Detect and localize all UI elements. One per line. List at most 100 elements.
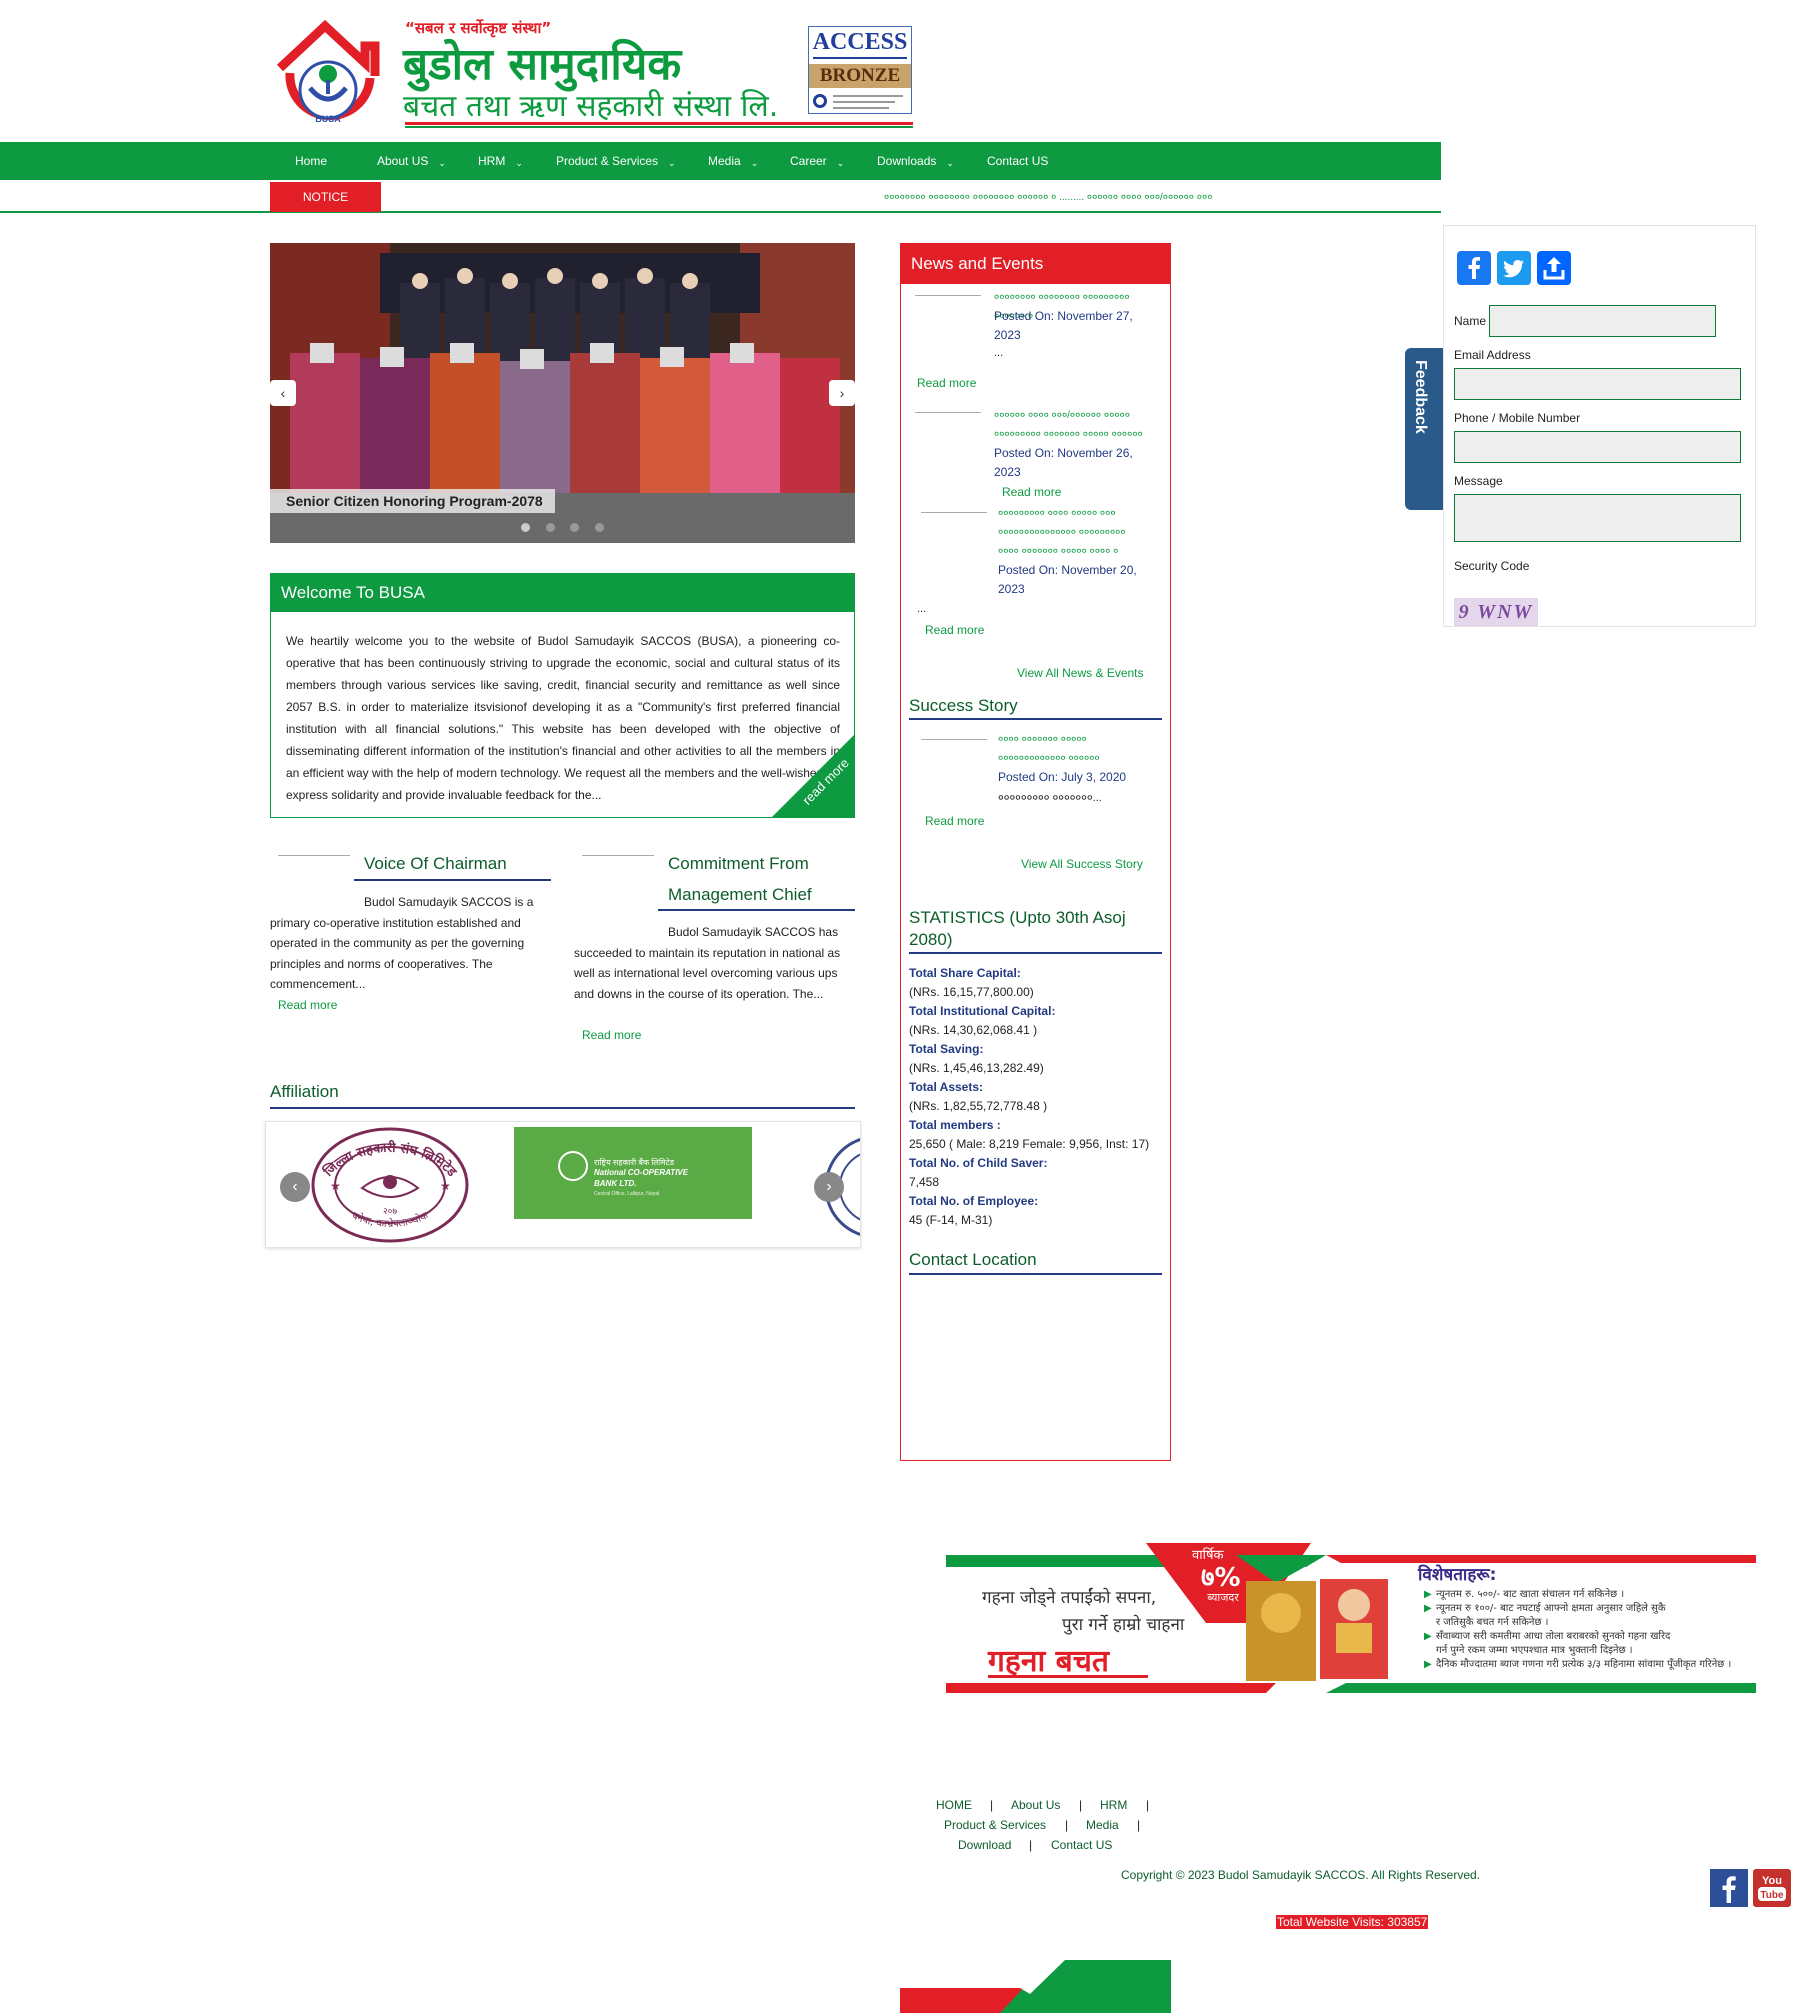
security-code-label: Security Code xyxy=(1454,559,1530,573)
view-all-success-link[interactable]: View All Success Story xyxy=(1021,857,1143,871)
slider-dot[interactable] xyxy=(521,523,530,532)
bank-address: Central Office, Lalitpur, Nepal xyxy=(594,1191,660,1197)
nav-home[interactable]: Home xyxy=(295,142,327,180)
chevron-left-icon: ‹ xyxy=(292,1178,298,1195)
badge-rule xyxy=(813,57,907,59)
nav-downloads[interactable]: Downloads ⌄ xyxy=(877,142,954,180)
chevron-left-icon: ‹ xyxy=(280,385,286,401)
twitter-share-icon[interactable] xyxy=(1497,251,1531,285)
stat-value: (NRs. 1,82,55,72,778.48 ) xyxy=(909,1099,1048,1113)
news-item-title[interactable]: ०००००० ०००० ०००/०००००० ००००० ००००००००० ०… xyxy=(994,406,1159,444)
banner-rate-suffix: ब्याजदर xyxy=(1207,1591,1239,1604)
youtube-icon[interactable]: You Tube xyxy=(1753,1869,1791,1907)
banner-feature: सँवाब्याज सरी कमतीमा आधा तोला बराबरको सु… xyxy=(1436,1630,1671,1642)
badge-title: ACCESS xyxy=(812,29,908,55)
news-heading: News and Events xyxy=(901,244,1170,284)
commitment-read-more-link[interactable]: Read more xyxy=(582,1028,641,1042)
management-chief-photo xyxy=(582,855,654,873)
footer-decoration xyxy=(900,1960,1171,2013)
news-read-more-link[interactable]: Read more xyxy=(917,376,976,390)
statistics-heading: STATISTICS (Upto 30th Asoj 2080) xyxy=(909,908,1126,949)
footer-link-download[interactable]: Download xyxy=(958,1838,1011,1852)
banner-feature: न्यूनतम रु. ५००/- बाट खाता संचालन गर्न स… xyxy=(1436,1588,1624,1600)
news-thumbnail[interactable] xyxy=(915,412,981,432)
banner-feature: र जतिसुकै बचत गर्न सकिनेछ । xyxy=(1436,1616,1548,1628)
news-read-more-link[interactable]: Read more xyxy=(925,623,984,637)
message-textarea[interactable] xyxy=(1454,494,1741,542)
share-icon[interactable] xyxy=(1537,251,1571,285)
footer-link-products[interactable]: Product & Services xyxy=(944,1818,1046,1832)
affiliation-carousel: जिल्ला सहकारी संघ लिमिटेड बनेपा, काभ्रेप… xyxy=(265,1121,861,1248)
logo-emblem-icon: BUSA xyxy=(276,19,380,124)
main-nav: Home About US ⌄ HRM ⌄ Product & Services ⌄ … xyxy=(0,142,1441,180)
visit-counter: Total Website Visits: 303857 xyxy=(1276,1915,1429,1929)
badge-fineprint xyxy=(833,95,903,97)
email-field[interactable] xyxy=(1454,368,1741,400)
slider-prev-button[interactable]: ‹ xyxy=(270,380,296,406)
footer-link-hrm[interactable]: HRM xyxy=(1100,1798,1127,1812)
feedback-tab[interactable]: Feedback xyxy=(1405,348,1443,510)
stat-label: Total Saving: xyxy=(909,1042,984,1056)
footer-link-about[interactable]: About Us xyxy=(1011,1798,1060,1812)
nav-product-services[interactable]: Product & Services ⌄ xyxy=(556,142,676,180)
news-read-more-link[interactable]: Read more xyxy=(1002,485,1061,499)
stat-label: Total members : xyxy=(909,1118,1001,1132)
stat-label: Total Share Capital: xyxy=(909,966,1021,980)
chairman-photo xyxy=(278,855,350,873)
affiliation-next-button[interactable]: › xyxy=(814,1172,844,1202)
access-bronze-badge: ACCESS BRONZE xyxy=(808,26,912,114)
notice-ticker[interactable]: ०००००००० ०००००००० ०००००००० ०००००० ० ....… xyxy=(884,189,1212,203)
slider-dot[interactable] xyxy=(570,523,579,532)
national-cooperative-bank-logo[interactable]: राष्ट्रिय सहकारी बैंक लिमिटेड National C… xyxy=(514,1127,752,1219)
site-logo[interactable]: BUSA “सबल र सर्वोत्कृष्ट संस्था” बुडोल स… xyxy=(270,18,913,130)
success-story-heading: Success Story xyxy=(909,696,1018,715)
success-story-thumbnail[interactable] xyxy=(921,739,987,759)
phone-field[interactable] xyxy=(1454,431,1741,463)
slider-dot[interactable] xyxy=(546,523,555,532)
district-cooperative-logo[interactable]: जिल्ला सहकारी संघ लिमिटेड बनेपा, काभ्रेप… xyxy=(310,1126,470,1244)
affiliation-prev-button[interactable]: ‹ xyxy=(280,1172,310,1202)
footer-link-home[interactable]: HOME xyxy=(936,1798,972,1812)
contact-location-rule xyxy=(909,1273,1162,1275)
notice-rule xyxy=(0,211,1441,213)
success-story-date: Posted On: July 3, 2020 xyxy=(998,770,1127,784)
name-field[interactable] xyxy=(1489,305,1716,337)
slider-next-button[interactable]: › xyxy=(829,380,855,406)
contact-location-heading: Contact Location xyxy=(909,1250,1037,1269)
stat-label: Total No. of Employee: xyxy=(909,1194,1039,1208)
success-read-more-link[interactable]: Read more xyxy=(925,814,984,828)
facebook-icon[interactable] xyxy=(1710,1869,1748,1907)
contact-location-map[interactable] xyxy=(909,1284,1162,1449)
phone-label: Phone / Mobile Number xyxy=(1454,411,1581,425)
banner-product-name: गहना बचत xyxy=(987,1644,1111,1679)
stat-value: (NRs. 1,45,46,13,282.49) xyxy=(909,1061,1044,1075)
news-thumbnail[interactable] xyxy=(921,512,987,532)
jewellery-saving-banner[interactable]: वार्षिक ७% ब्याजदर गहना जोड्ने तपाईंको स… xyxy=(946,1543,1756,1695)
footer-separator: | xyxy=(990,1798,994,1812)
view-all-news-link[interactable]: View All News & Events xyxy=(1017,666,1144,680)
email-label: Email Address xyxy=(1454,348,1531,362)
success-story-title[interactable]: ०००० ००००००० ००००० ००००००००००००० ०००००० xyxy=(998,730,1153,768)
news-item-title[interactable]: ००००००००० ०००० ००००० ००० ०००००००००००००००… xyxy=(998,504,1138,561)
nav-hrm[interactable]: HRM ⌄ xyxy=(478,142,523,180)
badge-level: BRONZE xyxy=(809,64,911,88)
chairman-read-more-link[interactable]: Read more xyxy=(278,998,337,1012)
news-thumbnail[interactable] xyxy=(915,295,981,315)
stat-value: 25,650 ( Male: 8,219 Female: 9,956, Inst… xyxy=(909,1137,1150,1151)
youtube-you-text: You xyxy=(1762,1875,1782,1887)
footer-link-media[interactable]: Media xyxy=(1086,1818,1119,1832)
slider-dot[interactable] xyxy=(595,523,604,532)
chevron-down-icon: ⌄ xyxy=(946,158,954,168)
stat-label: Total Institutional Capital: xyxy=(909,1004,1056,1018)
nav-career[interactable]: Career ⌄ xyxy=(790,142,844,180)
nav-media[interactable]: Media ⌄ xyxy=(708,142,758,180)
chairman-rule xyxy=(354,879,551,881)
nav-contact-us[interactable]: Contact US xyxy=(987,142,1048,180)
nav-about-us[interactable]: About US ⌄ xyxy=(377,142,446,180)
footer-link-contact[interactable]: Contact US xyxy=(1051,1838,1112,1852)
commitment-text: Budol Samudayik SACCOS has succeeded to … xyxy=(574,925,841,1001)
news-item-date: Posted On: November 27, 2023 xyxy=(994,309,1133,342)
banner-rate-label: वार्षिक xyxy=(1192,1547,1224,1563)
facebook-share-icon[interactable] xyxy=(1457,251,1491,285)
badge-fineprint xyxy=(833,107,889,109)
